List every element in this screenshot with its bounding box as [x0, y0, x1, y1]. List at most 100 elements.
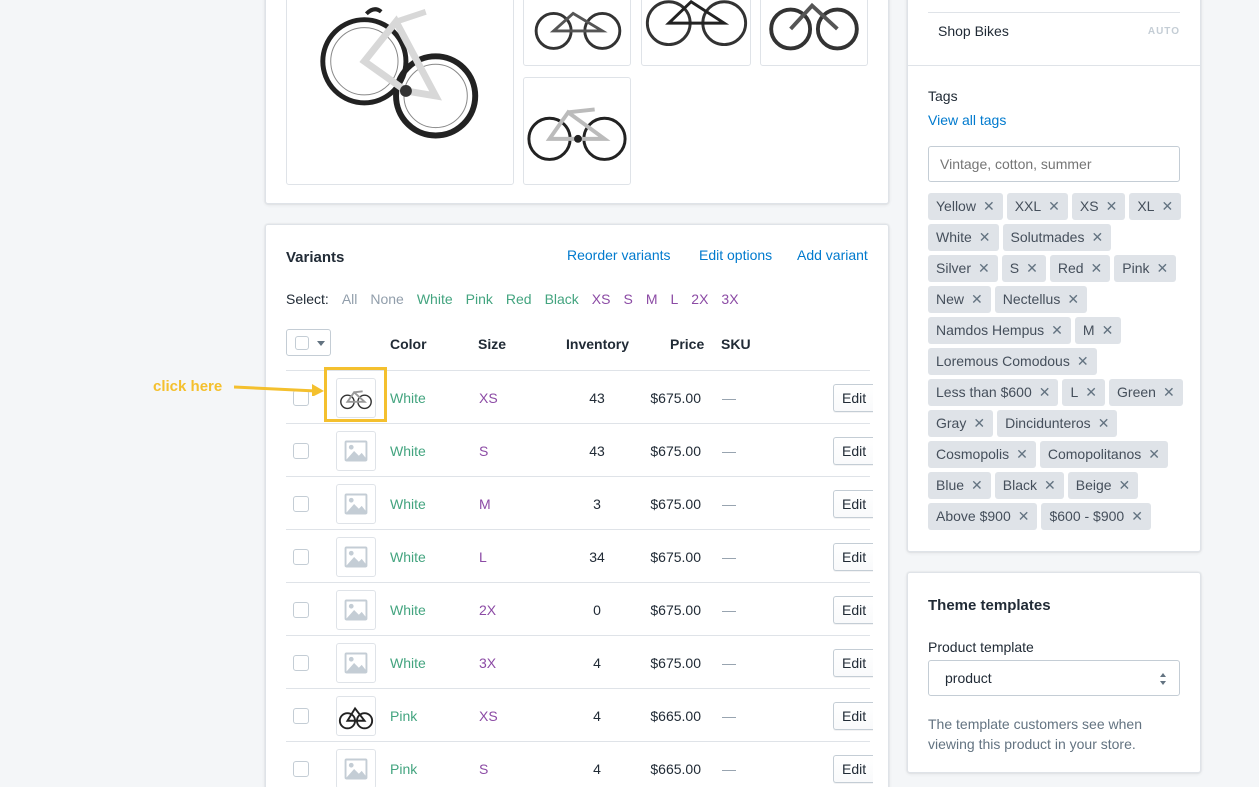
variant-checkbox[interactable]: [293, 655, 309, 671]
edit-variant-button[interactable]: Edit: [833, 702, 873, 730]
image-placeholder-icon[interactable]: [336, 484, 376, 524]
remove-tag-icon[interactable]: ✕: [1077, 353, 1089, 375]
product-image-5[interactable]: [523, 77, 631, 185]
tag-chip: Nectellus ✕: [994, 286, 1088, 313]
product-image-3[interactable]: [641, 0, 751, 66]
variant-checkbox[interactable]: [293, 496, 309, 512]
edit-variant-button[interactable]: Edit: [833, 384, 873, 412]
remove-tag-icon[interactable]: ✕: [1156, 260, 1168, 282]
col-inventory: Inventory: [566, 336, 630, 352]
edit-variant-button[interactable]: Edit: [833, 596, 873, 624]
add-variant-link[interactable]: Add variant: [797, 247, 868, 263]
remove-tag-icon[interactable]: ✕: [1119, 477, 1131, 499]
variant-size: S: [479, 443, 489, 459]
remove-tag-icon[interactable]: ✕: [1091, 229, 1103, 251]
tag-label: Beige: [1075, 477, 1112, 493]
product-image-4[interactable]: [760, 0, 868, 66]
view-all-tags-link[interactable]: View all tags: [928, 112, 1006, 128]
tag-label: Gray: [936, 415, 967, 431]
select-3x[interactable]: 3X: [721, 291, 738, 307]
remove-tag-icon[interactable]: ✕: [1044, 477, 1056, 499]
variant-checkbox[interactable]: [293, 708, 309, 724]
variant-row: White S 43 $675.00 — Edit: [286, 423, 873, 476]
remove-tag-icon[interactable]: ✕: [1091, 260, 1103, 282]
edit-variant-button[interactable]: Edit: [833, 649, 873, 677]
select-l[interactable]: L: [671, 291, 679, 307]
remove-tag-icon[interactable]: ✕: [1039, 384, 1051, 406]
col-price: Price: [670, 336, 705, 352]
remove-tag-icon[interactable]: ✕: [973, 415, 985, 437]
remove-tag-icon[interactable]: ✕: [1048, 198, 1060, 220]
variant-sku: —: [722, 549, 736, 565]
collection-auto-badge: AUTO: [1147, 26, 1180, 37]
edit-options-link[interactable]: Edit options: [699, 247, 772, 263]
edit-variant-button[interactable]: Edit: [833, 437, 873, 465]
tag-label: Cosmopolis: [936, 446, 1010, 462]
variant-row: White 3X 4 $675.00 — Edit: [286, 635, 873, 688]
select-black[interactable]: Black: [545, 291, 579, 307]
main-product-image[interactable]: [286, 0, 514, 185]
remove-tag-icon[interactable]: ✕: [978, 260, 990, 282]
variant-price: $675.00: [650, 655, 701, 671]
annotation-arrow-icon: [234, 384, 324, 396]
remove-tag-icon[interactable]: ✕: [1131, 508, 1143, 530]
tag-label: XS: [1079, 198, 1099, 214]
remove-tag-icon[interactable]: ✕: [1148, 446, 1160, 468]
remove-tag-icon[interactable]: ✕: [1163, 384, 1175, 406]
remove-tag-icon[interactable]: ✕: [1085, 384, 1097, 406]
select-white[interactable]: White: [417, 291, 453, 307]
select-red[interactable]: Red: [506, 291, 532, 307]
variant-color: White: [390, 443, 426, 459]
remove-tag-icon[interactable]: ✕: [971, 477, 983, 499]
variant-price: $675.00: [650, 602, 701, 618]
edit-variant-button[interactable]: Edit: [833, 755, 873, 783]
image-placeholder-icon[interactable]: [336, 749, 376, 787]
edit-variant-button[interactable]: Edit: [833, 490, 873, 518]
tags-input[interactable]: [928, 146, 1180, 182]
remove-tag-icon[interactable]: ✕: [1161, 198, 1173, 220]
image-placeholder-icon[interactable]: [336, 431, 376, 471]
select-m[interactable]: M: [646, 291, 658, 307]
select-2x[interactable]: 2X: [691, 291, 708, 307]
edit-variant-button[interactable]: Edit: [833, 543, 873, 571]
image-placeholder-icon[interactable]: [336, 537, 376, 577]
tag-list: Yellow ✕ XXL ✕ XS ✕ XL ✕ White ✕ Solutmades ✕ Silver…: [928, 193, 1188, 534]
remove-tag-icon[interactable]: ✕: [1051, 322, 1063, 344]
select-s[interactable]: S: [623, 291, 632, 307]
remove-tag-icon[interactable]: ✕: [1018, 508, 1030, 530]
reorder-variants-link[interactable]: Reorder variants: [567, 247, 671, 263]
select-all-checkbox[interactable]: [295, 336, 309, 350]
remove-tag-icon[interactable]: ✕: [1067, 291, 1079, 313]
remove-tag-icon[interactable]: ✕: [979, 229, 991, 251]
variant-checkbox[interactable]: [293, 602, 309, 618]
remove-tag-icon[interactable]: ✕: [971, 291, 983, 313]
collection-row[interactable]: Shop Bikes AUTO: [928, 12, 1180, 46]
bulk-select-dropdown[interactable]: [286, 329, 331, 356]
remove-tag-icon[interactable]: ✕: [1106, 198, 1118, 220]
variant-inventory: 3: [593, 496, 601, 512]
image-placeholder-icon[interactable]: [336, 643, 376, 683]
remove-tag-icon[interactable]: ✕: [1016, 446, 1028, 468]
remove-tag-icon[interactable]: ✕: [1102, 322, 1114, 344]
variant-image[interactable]: [336, 696, 376, 736]
variant-checkbox[interactable]: [293, 761, 309, 777]
variant-size: 3X: [479, 655, 497, 671]
product-image-2[interactable]: [523, 0, 631, 66]
variant-price: $665.00: [650, 761, 701, 777]
col-size: Size: [478, 336, 507, 352]
select-pink[interactable]: Pink: [466, 291, 493, 307]
remove-tag-icon[interactable]: ✕: [1098, 415, 1110, 437]
remove-tag-icon[interactable]: ✕: [1026, 260, 1038, 282]
tag-label: Yellow: [936, 198, 976, 214]
variant-sku: —: [722, 390, 736, 406]
remove-tag-icon[interactable]: ✕: [983, 198, 995, 220]
theme-templates-card: Theme templates Product template product…: [907, 572, 1201, 773]
variant-checkbox[interactable]: [293, 549, 309, 565]
variant-checkbox[interactable]: [293, 443, 309, 459]
select-all[interactable]: All: [342, 291, 358, 307]
tag-label: Solutmades: [1010, 229, 1085, 245]
product-template-select[interactable]: product: [928, 660, 1180, 696]
image-placeholder-icon[interactable]: [336, 590, 376, 630]
select-none[interactable]: None: [370, 291, 403, 307]
select-xs[interactable]: XS: [592, 291, 611, 307]
